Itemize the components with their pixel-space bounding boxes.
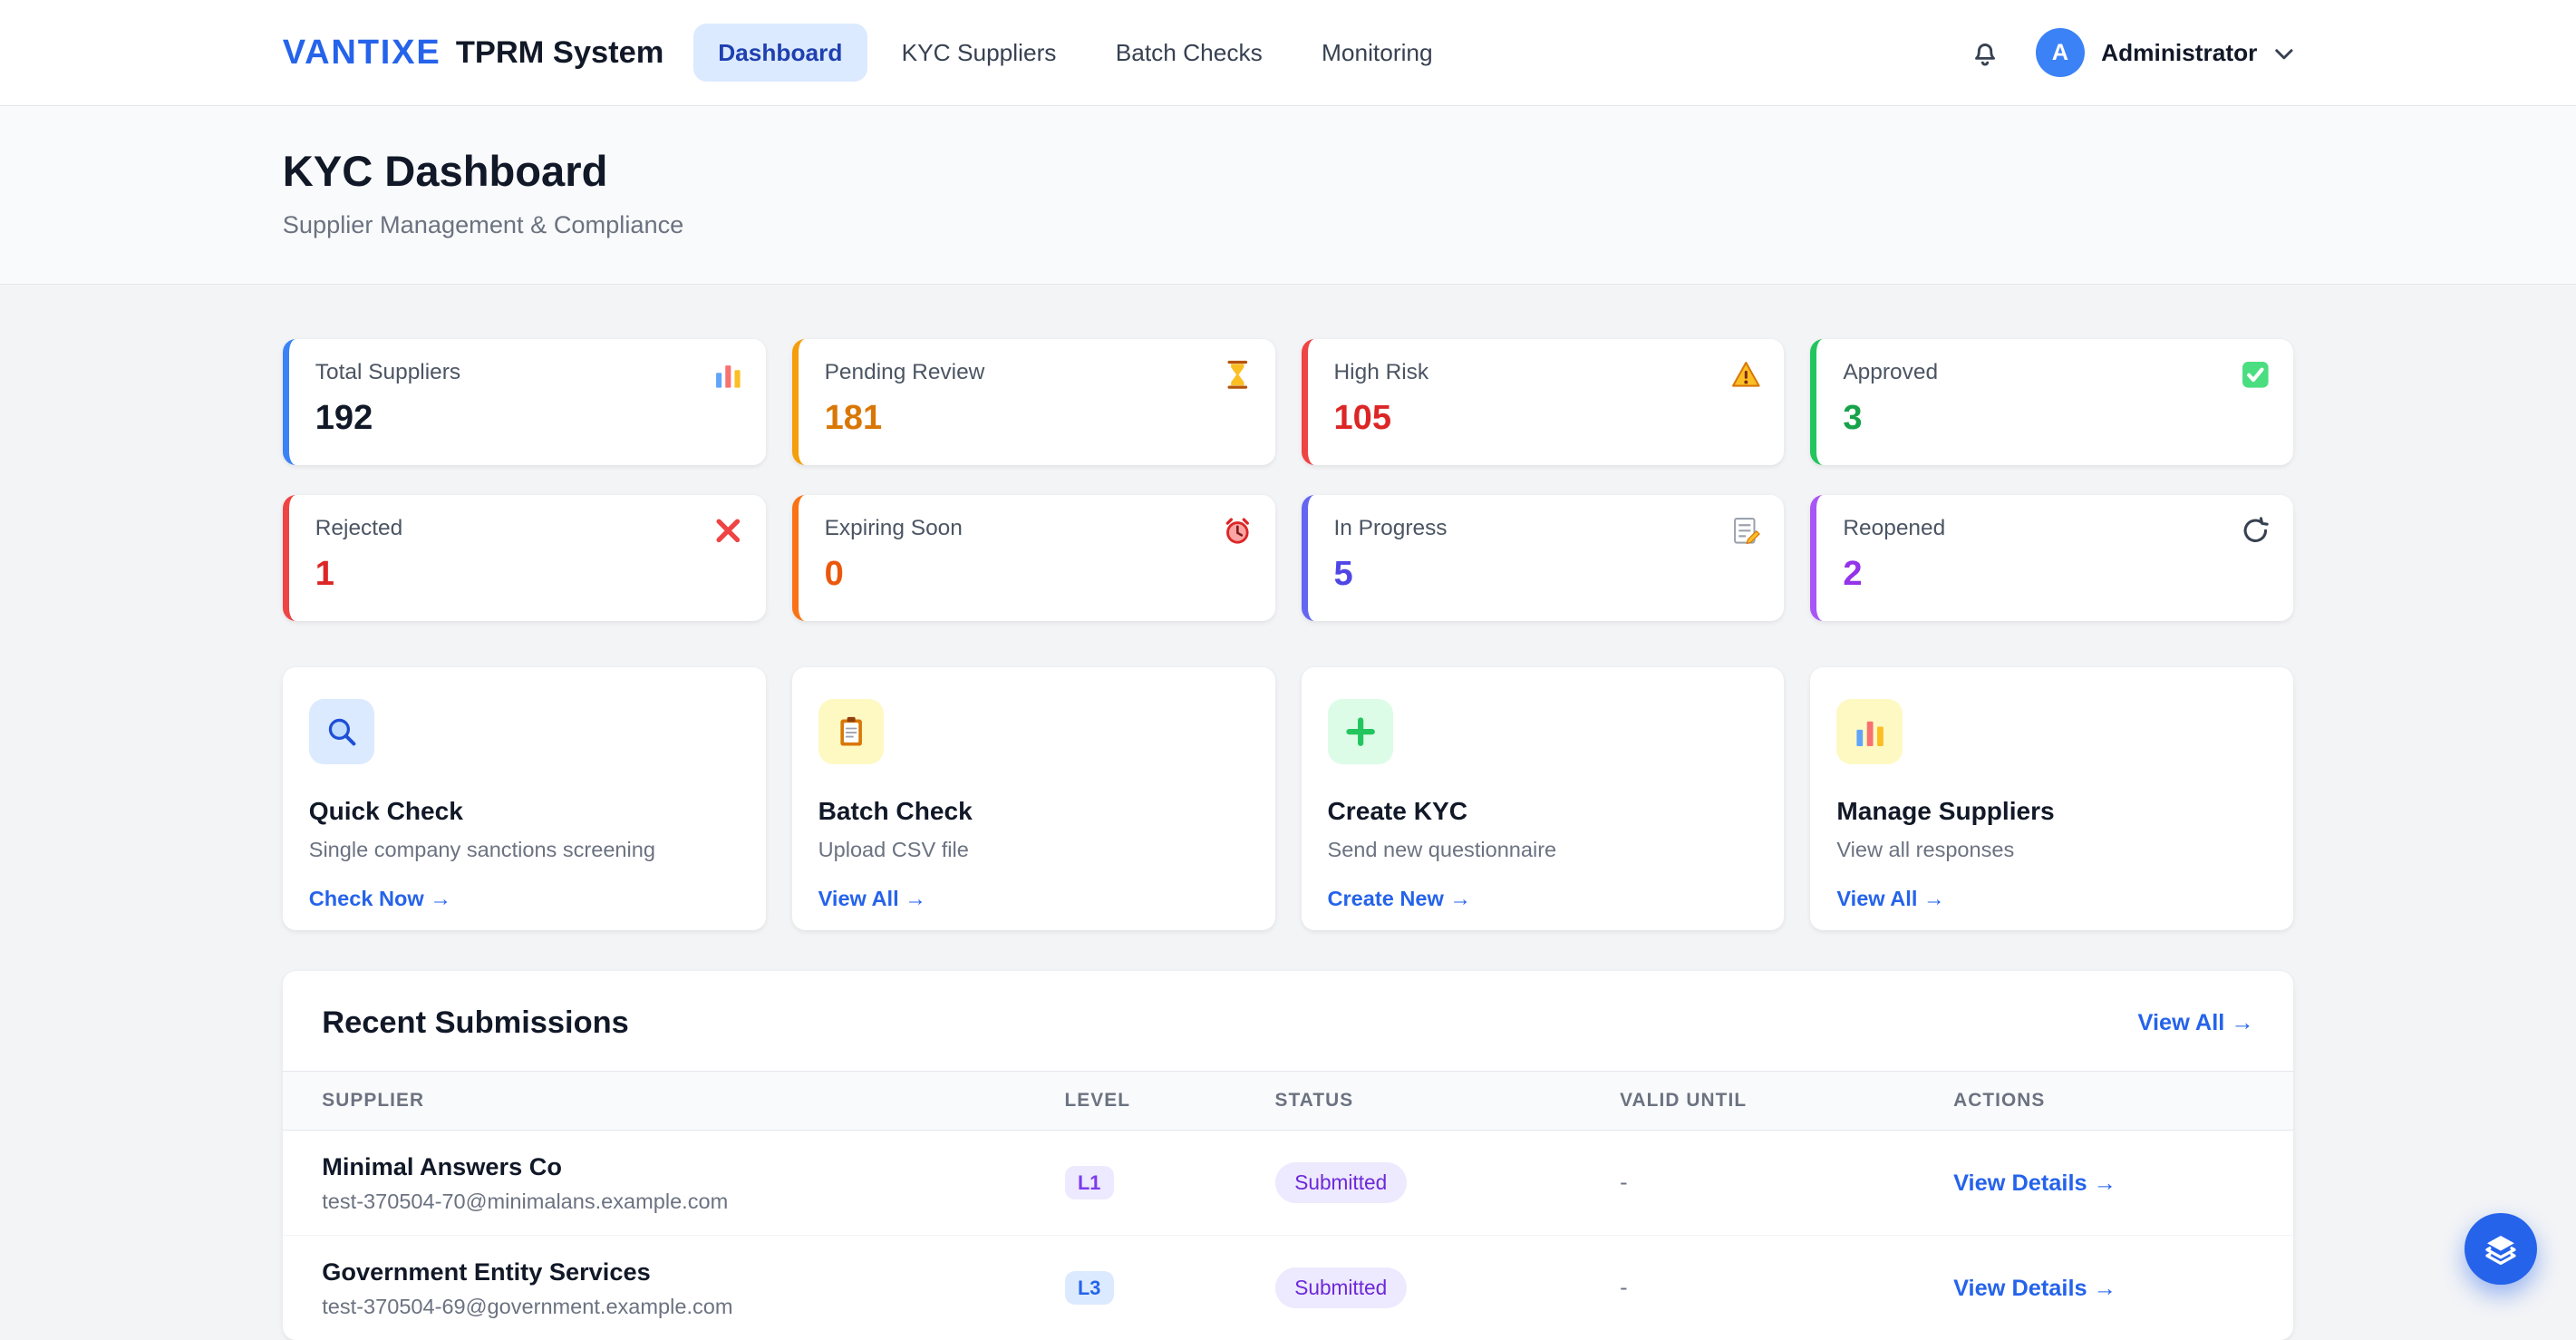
- table-header-row: SUPPLIER LEVEL STATUS VALID UNTIL ACTION…: [283, 1072, 2294, 1131]
- floating-action-button[interactable]: [2465, 1213, 2537, 1286]
- action-card[interactable]: Quick Check Single company sanctions scr…: [283, 667, 766, 930]
- clipboard-icon: [818, 699, 885, 765]
- stat-value: 1: [315, 555, 740, 594]
- stat-label: In Progress: [1334, 516, 1758, 541]
- search-icon: [309, 699, 375, 765]
- main-content: Total Suppliers 192 Pending Review 181 H…: [283, 285, 2294, 1340]
- view-details-link[interactable]: View Details →: [1953, 1276, 2116, 1301]
- action-link[interactable]: View All →: [818, 887, 926, 911]
- layers-icon: [2483, 1231, 2519, 1267]
- stat-value: 105: [1334, 399, 1758, 438]
- action-link[interactable]: Create New →: [1328, 887, 1471, 911]
- plus-icon: [1328, 699, 1394, 765]
- action-description: Send new questionnaire: [1328, 838, 1758, 862]
- stat-card: Rejected 1: [283, 495, 766, 622]
- nav-item[interactable]: KYC Suppliers: [876, 24, 1080, 82]
- page-header: KYC Dashboard Supplier Management & Comp…: [0, 106, 2576, 285]
- supplier-email: test-370504-70@minimalans.example.com: [322, 1189, 1064, 1214]
- user-name: Administrator: [2101, 39, 2257, 67]
- column-header: SUPPLIER: [283, 1072, 1065, 1131]
- supplier-name: Minimal Answers Co: [322, 1152, 1064, 1181]
- action-link[interactable]: Check Now →: [309, 887, 451, 911]
- action-title: Batch Check: [818, 797, 1249, 826]
- stat-value: 192: [315, 399, 740, 438]
- nav-item[interactable]: Dashboard: [693, 24, 867, 82]
- stat-value: 0: [825, 555, 1249, 594]
- stat-value: 3: [1843, 399, 2267, 438]
- avatar: A: [2036, 28, 2085, 77]
- stat-card: In Progress 5: [1302, 495, 1785, 622]
- stat-card: Reopened 2: [1810, 495, 2293, 622]
- nav-item[interactable]: Monitoring: [1297, 24, 1457, 82]
- topbar-right: A Administrator: [1968, 28, 2293, 77]
- brand-logo: VANTIXE: [283, 34, 441, 73]
- level-badge: L1: [1065, 1166, 1114, 1199]
- page-title: KYC Dashboard: [283, 146, 2294, 196]
- view-all-link[interactable]: View All →: [2138, 1010, 2254, 1036]
- action-card[interactable]: Batch Check Upload CSV file View All →: [792, 667, 1275, 930]
- stat-value: 181: [825, 399, 1249, 438]
- product-name: TPRM System: [456, 35, 664, 71]
- table-row: Minimal Answers Co test-370504-70@minima…: [283, 1130, 2294, 1235]
- column-header: VALID UNTIL: [1620, 1072, 1953, 1131]
- stat-card: Approved 3: [1810, 339, 2293, 466]
- action-description: Single company sanctions screening: [309, 838, 740, 862]
- stats-grid: Total Suppliers 192 Pending Review 181 H…: [283, 339, 2294, 622]
- supplier-email: test-370504-69@government.example.com: [322, 1295, 1064, 1319]
- stat-label: Rejected: [315, 516, 740, 541]
- action-card[interactable]: Manage Suppliers View all responses View…: [1810, 667, 2293, 930]
- stat-card: Total Suppliers 192: [283, 339, 766, 466]
- main-nav: Dashboard KYC Suppliers Batch Checks Mon…: [693, 24, 1457, 82]
- stat-label: Expiring Soon: [825, 516, 1249, 541]
- stat-label: Total Suppliers: [315, 360, 740, 385]
- status-badge: Submitted: [1275, 1162, 1407, 1203]
- action-description: Upload CSV file: [818, 838, 1249, 862]
- warning-icon: [1731, 360, 1761, 390]
- stat-card: High Risk 105: [1302, 339, 1785, 466]
- x-mark-icon: [713, 516, 743, 546]
- user-menu[interactable]: A Administrator: [2036, 28, 2294, 77]
- status-badge: Submitted: [1275, 1267, 1407, 1308]
- stat-label: Approved: [1843, 360, 2267, 385]
- supplier-name: Government Entity Services: [322, 1257, 1064, 1287]
- refresh-icon: [2241, 516, 2271, 546]
- stat-card: Expiring Soon 0: [792, 495, 1275, 622]
- action-title: Create KYC: [1328, 797, 1758, 826]
- quick-actions-grid: Quick Check Single company sanctions scr…: [283, 667, 2294, 930]
- column-header: LEVEL: [1065, 1072, 1275, 1131]
- submissions-table: SUPPLIER LEVEL STATUS VALID UNTIL ACTION…: [283, 1071, 2294, 1340]
- chevron-down-icon: [2274, 44, 2294, 61]
- stat-label: Reopened: [1843, 516, 2267, 541]
- valid-until: -: [1620, 1236, 1953, 1340]
- kyc-dashboard-page: { "nav": { "brand": "VANTIXE", "product"…: [0, 0, 2576, 1321]
- action-description: View all responses: [1836, 838, 2267, 862]
- memo-icon: [1731, 516, 1761, 546]
- action-link[interactable]: View All →: [1836, 887, 1944, 911]
- chart-bar-icon: [1836, 699, 1903, 765]
- stat-value: 2: [1843, 555, 2267, 594]
- stat-label: High Risk: [1334, 360, 1758, 385]
- table-row: Government Entity Services test-370504-6…: [283, 1236, 2294, 1340]
- column-header: ACTIONS: [1953, 1072, 2293, 1131]
- hourglass-icon: [1223, 360, 1253, 390]
- stat-card: Pending Review 181: [792, 339, 1275, 466]
- stat-label: Pending Review: [825, 360, 1249, 385]
- notification-bell-icon[interactable]: [1968, 35, 2002, 70]
- check-square-icon: [2241, 360, 2271, 390]
- recent-submissions-card: Recent Submissions View All → SUPPLIER L…: [283, 971, 2294, 1340]
- column-header: STATUS: [1275, 1072, 1621, 1131]
- stat-value: 5: [1334, 555, 1758, 594]
- valid-until: -: [1620, 1130, 1953, 1235]
- view-details-link[interactable]: View Details →: [1953, 1170, 2116, 1196]
- top-bar: VANTIXE TPRM System Dashboard KYC Suppli…: [0, 0, 2576, 106]
- action-title: Quick Check: [309, 797, 740, 826]
- alarm-clock-icon: [1223, 516, 1253, 546]
- level-badge: L3: [1065, 1271, 1114, 1305]
- chart-bar-icon: [713, 360, 743, 390]
- action-title: Manage Suppliers: [1836, 797, 2267, 826]
- page-subtitle: Supplier Management & Compliance: [283, 210, 2294, 239]
- section-title: Recent Submissions: [322, 1005, 629, 1041]
- action-card[interactable]: Create KYC Send new questionnaire Create…: [1302, 667, 1785, 930]
- nav-item[interactable]: Batch Checks: [1091, 24, 1287, 82]
